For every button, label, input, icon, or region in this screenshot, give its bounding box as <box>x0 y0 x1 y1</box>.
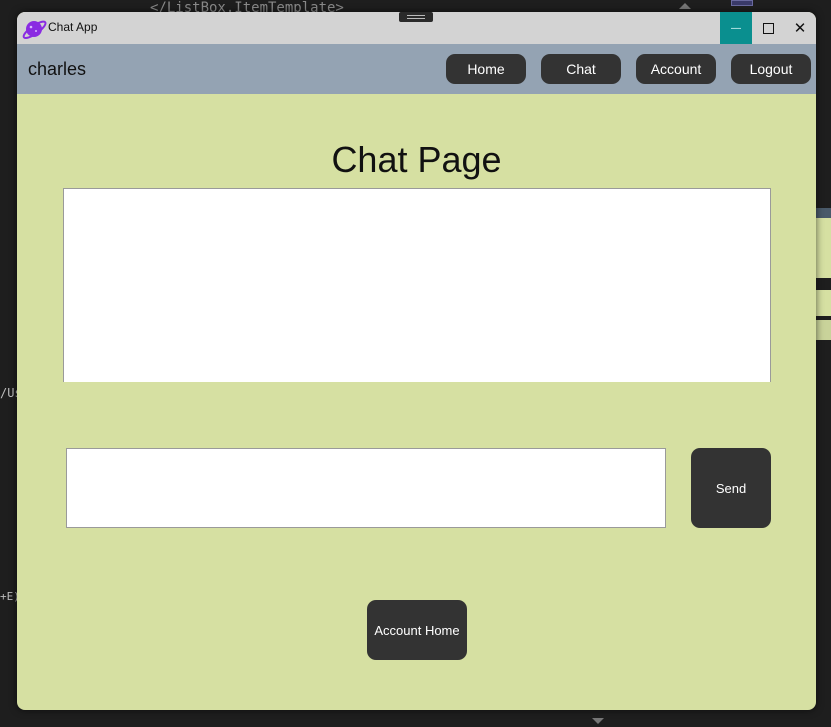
chat-app-window: Chat App — ✕ charles Home Chat Account L… <box>17 12 816 710</box>
maximize-icon <box>762 22 774 34</box>
background-panel-strip <box>816 218 831 278</box>
background-panel-strip <box>816 208 831 218</box>
minimize-icon: — <box>731 22 741 34</box>
chat-messages-list[interactable] <box>63 188 771 382</box>
send-button[interactable]: Send <box>691 448 771 528</box>
message-input[interactable] <box>66 448 666 528</box>
planet-app-icon <box>22 20 47 39</box>
logout-button[interactable]: Logout <box>731 54 811 84</box>
minimize-button[interactable]: — <box>720 12 752 44</box>
maximize-button[interactable] <box>752 12 784 44</box>
close-icon: ✕ <box>793 20 807 37</box>
username-label: charles <box>28 59 87 79</box>
background-panel-strip <box>816 290 831 316</box>
page-title: Chat Page <box>331 139 502 180</box>
background-scroll-down-icon <box>592 718 604 724</box>
chat-button[interactable]: Chat <box>541 54 621 84</box>
background-panel-strip <box>816 320 831 340</box>
background-scroll-up-icon <box>679 3 691 9</box>
account-button[interactable]: Account <box>636 54 716 84</box>
home-button[interactable]: Home <box>446 54 526 84</box>
navigation-bar: charles Home Chat Account Logout <box>17 44 816 94</box>
drag-handle-icon[interactable] <box>399 12 433 22</box>
account-home-button[interactable]: Account Home <box>367 600 467 660</box>
title-bar[interactable]: Chat App — ✕ <box>17 12 816 44</box>
window-title: Chat App <box>48 20 98 34</box>
background-tab-indicator <box>731 0 753 6</box>
close-button[interactable]: ✕ <box>784 12 816 44</box>
